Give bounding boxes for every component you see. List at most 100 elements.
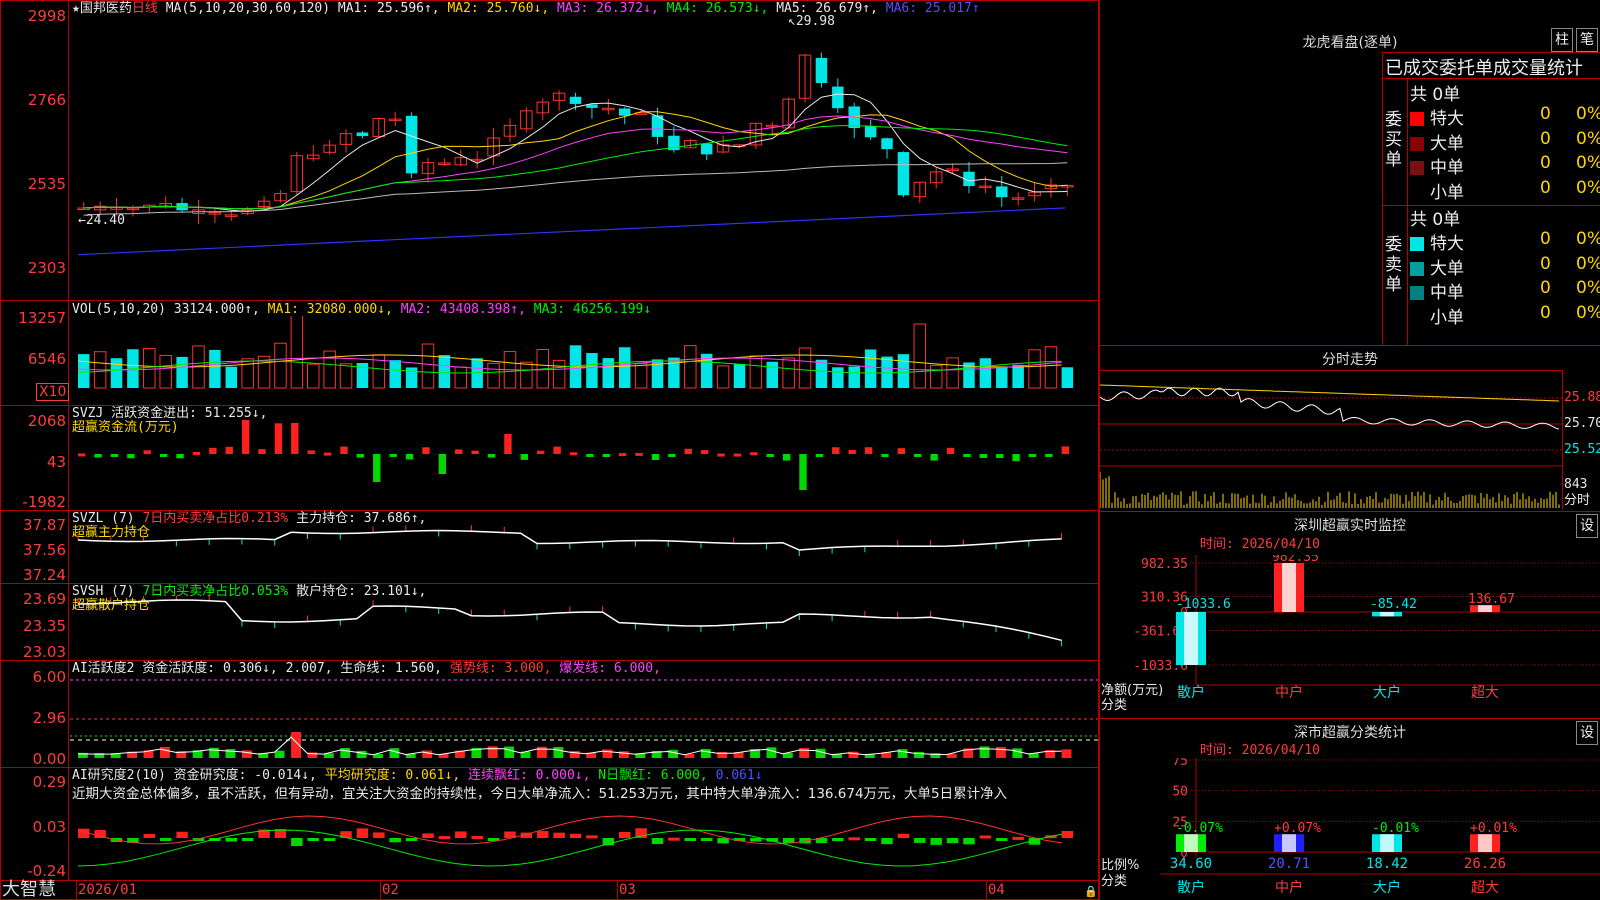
sell-total: 共 0单 — [1410, 210, 1461, 230]
svsh-line-chart[interactable] — [70, 596, 1098, 660]
candle-body — [996, 186, 1008, 198]
star-icon[interactable]: ★ — [72, 1, 80, 16]
intraday-tick: 25.70 — [1564, 416, 1600, 431]
activity-bar — [553, 747, 564, 758]
volume-bar — [110, 358, 123, 388]
research-bar — [389, 838, 401, 843]
ai-research-chart[interactable] — [70, 800, 1098, 878]
air-tick-label: -0.24 — [27, 862, 66, 880]
legend-item: MA3: 46256.199↓ — [533, 302, 652, 317]
research-bar — [946, 838, 959, 844]
low-price-annotation: ←24.40 — [78, 213, 125, 228]
sz-class-settings-button[interactable]: 设 — [1576, 721, 1598, 745]
activity-bar — [487, 746, 498, 758]
fund-flow-bar — [537, 450, 545, 454]
volume-bar — [1028, 349, 1041, 389]
intraday-vol-label: 843 — [1564, 477, 1588, 492]
brand-label: 大智慧 — [2, 879, 56, 900]
candlestick-chart[interactable] — [70, 18, 1098, 298]
lock-icon[interactable]: 🔒 — [1084, 884, 1098, 899]
holding-line — [77, 599, 1062, 642]
svzl-line-chart[interactable] — [70, 520, 1098, 582]
ai-active-chart[interactable] — [70, 674, 1098, 766]
legend-item: MA2: 43408.398↑, — [400, 302, 534, 317]
fund-flow-bar — [963, 454, 971, 457]
bar-view-button[interactable]: 柱 — [1551, 28, 1573, 52]
legend-item: SVZJ 活跃资金进出: 51.255↓, — [72, 406, 268, 421]
tick-view-button[interactable]: 笔 — [1576, 28, 1598, 52]
sz-class-time: 时间: 2026/04/10 — [1200, 743, 1320, 758]
candle-body — [815, 57, 828, 84]
volume-bar — [897, 354, 910, 388]
volume-bar — [1061, 367, 1074, 388]
research-bar — [1012, 836, 1024, 840]
svzj-tick-label: 43 — [46, 453, 66, 471]
fund-flow-bar — [881, 454, 889, 457]
order-count: 0 — [1540, 229, 1551, 249]
intraday-chart[interactable] — [1100, 370, 1562, 510]
buy-total: 共 0单 — [1410, 85, 1461, 105]
longhu-tabs[interactable]: 已成交委托单成交量统计 — [1385, 54, 1583, 80]
vol-tick-label: 6546 — [27, 350, 66, 368]
research-bar — [225, 838, 238, 842]
volume-bar — [766, 361, 778, 388]
fund-flow-bar — [848, 449, 856, 454]
activity-bar — [225, 749, 236, 758]
fund-flow-bar — [356, 454, 365, 458]
stock-name: 国邦医药 — [79, 1, 132, 16]
legend-item: MA6: 25.017↑ — [885, 1, 980, 16]
research-bar — [684, 838, 697, 841]
order-count: 0 — [1540, 153, 1551, 173]
ai-research-legend: AI研究度2(10) 资金研究度: -0.014↓, 平均研究度: 0.061↓… — [72, 768, 763, 783]
color-swatch — [1410, 286, 1424, 300]
volume-bar — [290, 316, 304, 389]
order-row: 特大 — [1410, 104, 1464, 129]
sz-class-title: 深市超赢分类统计 — [1294, 725, 1406, 741]
order-size-label: 大单 — [1430, 258, 1464, 279]
fund-flow-bar — [897, 448, 906, 454]
research-bar — [405, 838, 418, 841]
fund-flow-bar — [815, 454, 824, 457]
fund-flow-bar — [340, 446, 348, 454]
sz-monitor-time: 时间: 2026/04/10 — [1200, 537, 1320, 552]
fund-flow-bar — [1012, 454, 1020, 462]
monitor-bar-group — [1274, 563, 1304, 612]
sz-monitor-xlabel: 分类 — [1101, 698, 1128, 713]
volume-bar — [241, 358, 254, 389]
activity-bar — [209, 747, 219, 758]
volume-bar — [634, 363, 648, 389]
category-label: 大户 — [1373, 879, 1401, 896]
sz-monitor-settings-button[interactable]: 设 — [1576, 514, 1598, 538]
color-swatch — [1410, 310, 1424, 325]
fund-flow-bar — [78, 453, 86, 457]
fund-flow-bar — [799, 454, 807, 490]
air-tick-label: 0.29 — [32, 773, 66, 791]
research-bar — [930, 838, 942, 845]
legend-item: MA(5,10,20,30,60,120) — [165, 1, 338, 16]
sz-monitor-chart[interactable]: 982.35310.360-361.62-1033.6-1033.6散户982.… — [1100, 555, 1600, 715]
avg-price-line — [1100, 384, 1560, 402]
bar-value-label: -1033.6 — [1176, 597, 1231, 612]
activity-bar — [340, 747, 351, 758]
fund-flow-bar — [569, 452, 578, 456]
bar-value-label: 136.67 — [1468, 592, 1515, 607]
change-label: -0.01% — [1372, 821, 1419, 836]
color-swatch — [1410, 185, 1424, 200]
volume-bar — [733, 363, 746, 388]
fund-flow-bar — [750, 452, 758, 456]
period-label[interactable]: 日线 — [132, 1, 158, 16]
fund-flow-bar — [586, 454, 594, 457]
research-bar — [832, 838, 844, 842]
order-count: 0 — [1540, 253, 1551, 274]
bar-value-label: 982.35 — [1272, 555, 1319, 565]
research-bar — [864, 838, 877, 841]
sz-class-chart[interactable]: 7550250-0.07%34.60散户+0.07%20.71中户-0.01%1… — [1100, 758, 1600, 900]
legend-item: MA1: 32080.000↓, — [267, 302, 401, 317]
svzj-bar-chart[interactable] — [70, 420, 1098, 508]
activity-bar — [979, 746, 990, 758]
volume-chart[interactable] — [70, 316, 1098, 404]
vol-unit-badge: X10 — [36, 383, 70, 401]
research-bar — [651, 838, 664, 845]
color-swatch — [1410, 237, 1424, 251]
svzl-tick-label: 37.87 — [23, 516, 66, 534]
